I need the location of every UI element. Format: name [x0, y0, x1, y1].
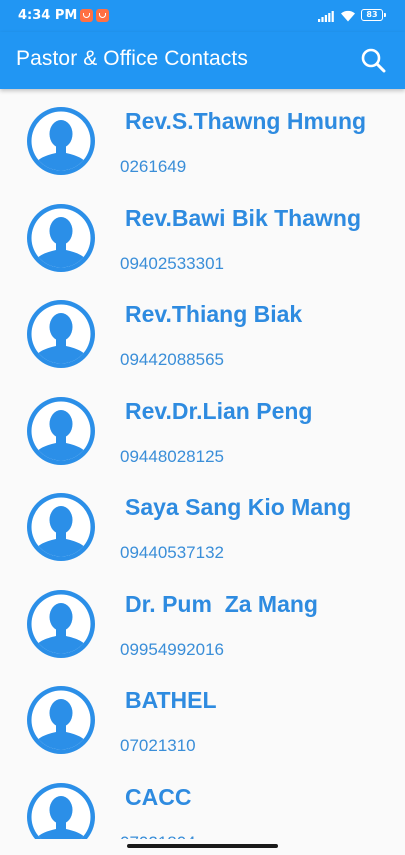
contact-list-item[interactable]: Saya Sang Kio Mang 09440537132: [0, 475, 405, 572]
contact-list-item[interactable]: Dr. Pum Za Mang 09954992016: [0, 572, 405, 669]
contact-list-item[interactable]: Rev.Thiang Biak 09442088565: [0, 282, 405, 379]
person-avatar-icon: [27, 589, 95, 658]
contact-name: Rev.Bawi Bik Thawng: [125, 204, 362, 231]
contact-list-item[interactable]: Rev.Dr.Lian Peng 09448028125: [0, 379, 405, 476]
contact-name: CACC: [125, 783, 192, 810]
search-icon: [361, 48, 386, 73]
contact-name: Rev.S.Thawng Hmung: [125, 108, 367, 134]
wifi-icon: [341, 10, 355, 22]
person-avatar-icon: [27, 300, 95, 368]
contact-name: BATHEL: [125, 687, 217, 713]
page-title: Pastor & Office Contacts: [16, 47, 248, 70]
contact-phone[interactable]: 09442088565: [120, 350, 224, 370]
person-avatar-icon: [27, 493, 95, 561]
person-avatar-icon: [27, 203, 95, 272]
person-avatar-icon: [27, 686, 95, 754]
notification-app-icon: [80, 9, 93, 22]
contact-phone[interactable]: 09440537132: [120, 543, 224, 563]
contact-phone[interactable]: 07021310: [120, 736, 196, 756]
battery-icon: 83: [361, 9, 386, 21]
contact-list-item[interactable]: Rev.Bawi Bik Thawng 09402533301: [0, 186, 405, 283]
contact-phone[interactable]: 0261649: [120, 157, 186, 177]
notification-app-icon: [96, 9, 109, 22]
status-time: 4:34 PM: [18, 8, 78, 23]
contact-phone[interactable]: 09954992016: [120, 640, 224, 660]
contact-name: Rev.Dr.Lian Peng: [125, 397, 313, 424]
battery-level: 83: [366, 10, 378, 19]
gesture-bar: [0, 839, 405, 855]
person-avatar-icon: [27, 396, 95, 465]
contact-name: Dr. Pum Za Mang: [125, 590, 318, 617]
person-avatar-icon: [27, 782, 95, 839]
search-button[interactable]: [356, 44, 390, 78]
contact-phone[interactable]: 09448028125: [120, 447, 224, 467]
contact-name: Rev.Thiang Biak: [125, 301, 303, 327]
contact-phone[interactable]: 09402533301: [120, 254, 224, 274]
person-avatar-icon: [27, 107, 95, 175]
contact-name: Saya Sang Kio Mang: [125, 494, 352, 520]
contact-list-item[interactable]: CACC 07021804: [0, 765, 405, 839]
contact-list: Rev.S.Thawng Hmung 0261649 Rev.Bawi Bik …: [0, 89, 405, 839]
home-indicator[interactable]: [127, 844, 278, 848]
signal-icon: [318, 11, 334, 22]
contact-list-item[interactable]: BATHEL 07021310: [0, 668, 405, 765]
contact-list-item[interactable]: Rev.S.Thawng Hmung 0261649: [0, 89, 405, 186]
status-bar: 4:34 PM 83: [0, 0, 405, 32]
app-bar: Pastor & Office Contacts: [0, 32, 405, 89]
